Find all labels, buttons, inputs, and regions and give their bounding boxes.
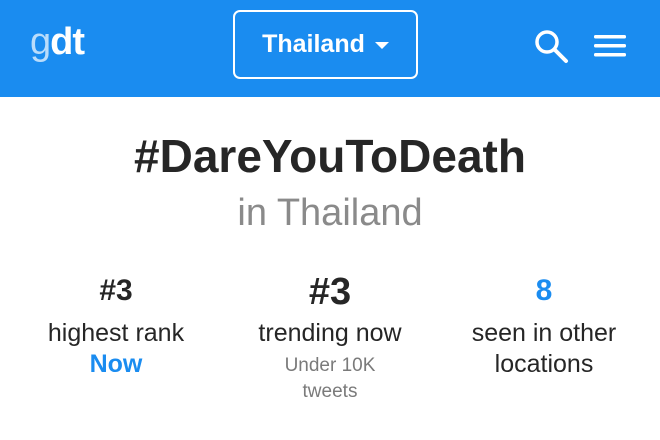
country-dropdown[interactable]: Thailand bbox=[233, 10, 418, 79]
highest-rank-time-link[interactable]: Now bbox=[6, 349, 226, 379]
stat-caption: highest rank bbox=[47, 319, 185, 347]
stat-caption: trending now bbox=[258, 319, 402, 347]
trend-location: in Thailand bbox=[237, 192, 423, 234]
menu-button[interactable] bbox=[592, 30, 628, 62]
search-icon bbox=[535, 30, 568, 63]
stat-caption-line-1: seen in other bbox=[471, 319, 617, 347]
logo-dt: dt bbox=[50, 21, 85, 63]
menu-icon bbox=[594, 35, 626, 57]
trend-hashtag: #DareYouToDeath bbox=[134, 130, 526, 182]
top-bar: gdt Thailand bbox=[0, 0, 660, 97]
chevron-down-icon bbox=[374, 42, 389, 49]
stat-highest-rank: #3 highest rank Now bbox=[6, 270, 226, 379]
tweet-volume-line-1: Under 10K bbox=[284, 355, 376, 376]
country-label: Thailand bbox=[262, 30, 365, 58]
stat-seen-locations[interactable]: 8 seen in other locations bbox=[434, 270, 654, 380]
stat-value: #3 bbox=[308, 271, 352, 313]
stat-trending-now: #3 trending now Under 10K tweets bbox=[220, 270, 440, 405]
tweet-volume-line-2: tweets bbox=[302, 381, 358, 402]
stat-caption-line-2: locations bbox=[494, 350, 594, 378]
search-button[interactable] bbox=[533, 28, 569, 64]
stat-value[interactable]: 8 bbox=[434, 270, 654, 312]
logo-g: g bbox=[30, 21, 51, 63]
logo[interactable]: gdt bbox=[30, 18, 85, 66]
stat-value: #3 bbox=[99, 274, 133, 307]
tweet-volume-note: Under 10K tweets bbox=[220, 353, 440, 405]
